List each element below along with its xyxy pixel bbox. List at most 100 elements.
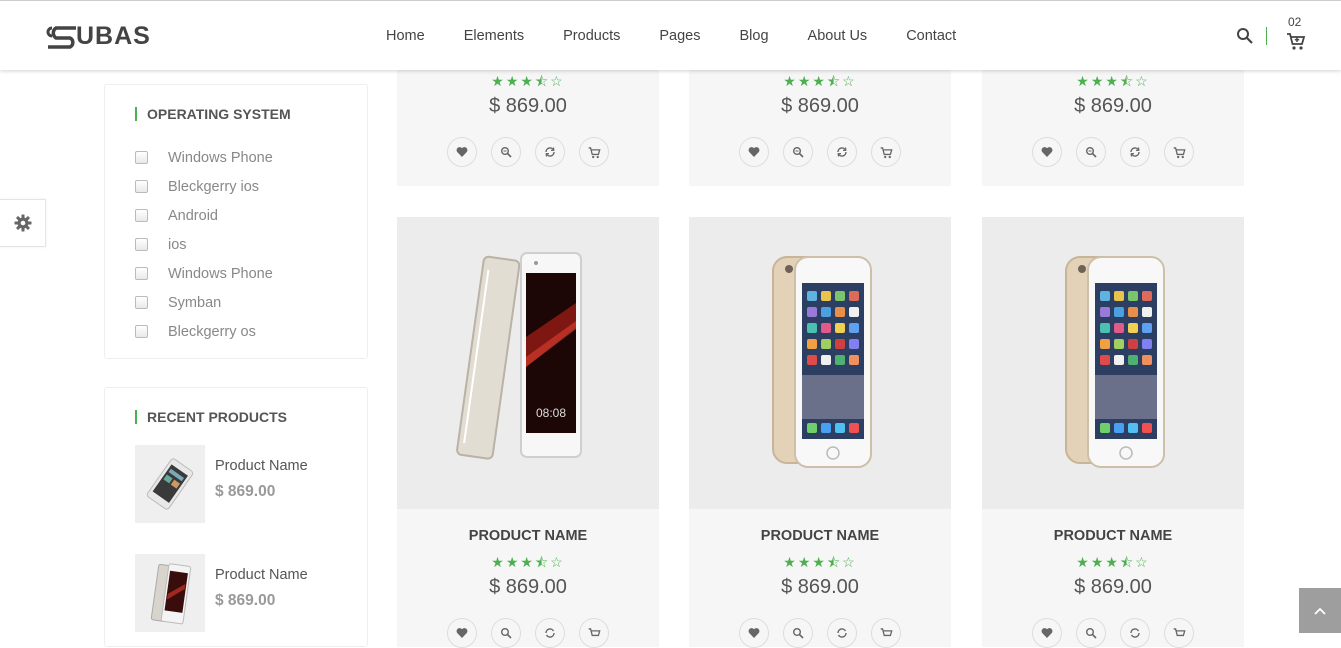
wishlist-button[interactable] — [447, 618, 477, 648]
rating-stars: ★★★⯪☆ — [783, 73, 857, 89]
nav-about-us[interactable]: About Us — [808, 28, 868, 44]
operating-system-title: OPERATING SYSTEM — [135, 107, 291, 121]
product-actions — [397, 137, 659, 167]
product-name[interactable]: PRODUCT NAME — [397, 528, 659, 544]
compare-icon — [545, 147, 555, 157]
recent-product-thumbnail[interactable] — [135, 554, 205, 632]
os-option-windows-phone[interactable]: Windows Phone — [135, 143, 273, 172]
nav-blog[interactable]: Blog — [740, 28, 769, 44]
nav-products[interactable]: Products — [563, 28, 620, 44]
product-actions — [689, 618, 951, 648]
product-price: $ 869.00 — [1074, 95, 1152, 117]
compare-icon — [1130, 628, 1140, 638]
product-price: $ 869.00 — [489, 576, 567, 598]
checkbox[interactable] — [135, 237, 148, 251]
svg-text:08:08: 08:08 — [536, 406, 566, 420]
recent-product-name[interactable]: Product Name — [215, 458, 308, 474]
product-card[interactable]: PRODUCT NAME ★★★⯪☆ $ 869.00 — [982, 217, 1244, 648]
settings-toggle-button[interactable] — [0, 199, 46, 247]
product-image[interactable] — [689, 217, 951, 509]
compare-button[interactable] — [1120, 137, 1150, 167]
add-to-cart-icon — [588, 146, 601, 158]
checkbox[interactable] — [135, 266, 148, 280]
checkbox[interactable] — [135, 179, 148, 193]
rating-stars: ★★★⯪☆ — [1076, 73, 1150, 89]
add-to-cart-button[interactable] — [1164, 618, 1194, 648]
recent-product-price: $ 869.00 — [215, 592, 276, 609]
product-price: $ 869.00 — [1074, 576, 1152, 598]
recent-product-item[interactable]: Product Name $ 869.00 — [135, 554, 355, 634]
phone-image — [150, 563, 192, 625]
product-actions — [689, 137, 951, 167]
add-to-cart-button[interactable] — [1164, 137, 1194, 167]
scroll-to-top-button[interactable] — [1299, 588, 1341, 633]
product-image[interactable]: 08:08 — [397, 217, 659, 509]
quick-view-button[interactable] — [491, 137, 521, 167]
search-icon[interactable] — [1236, 27, 1254, 45]
nav-contact[interactable]: Contact — [906, 28, 956, 44]
recent-product-price: $ 869.00 — [215, 483, 276, 500]
os-option-bleckgerry-ios[interactable]: Bleckgerry ios — [135, 172, 273, 201]
compare-button[interactable] — [535, 137, 565, 167]
os-option-windows-phone-2[interactable]: Windows Phone — [135, 259, 273, 288]
compare-button[interactable] — [1120, 618, 1150, 648]
quick-view-button[interactable] — [783, 618, 813, 648]
heart-icon — [748, 147, 760, 157]
product-price: $ 869.00 — [489, 95, 567, 117]
os-option-android[interactable]: Android — [135, 201, 273, 230]
nav-elements[interactable]: Elements — [464, 28, 524, 44]
os-option-symban[interactable]: Symban — [135, 288, 273, 317]
product-card[interactable]: PRODUCT NAME ★★★⯪☆ $ 869.00 — [689, 217, 951, 648]
gear-icon — [14, 214, 31, 232]
compare-button[interactable] — [827, 137, 857, 167]
checkbox[interactable] — [135, 208, 148, 222]
phone-image — [146, 458, 194, 510]
product-image[interactable] — [982, 217, 1244, 509]
nav-pages[interactable]: Pages — [659, 28, 700, 44]
add-to-cart-button[interactable] — [579, 618, 609, 648]
add-to-cart-button[interactable] — [871, 618, 901, 648]
header-divider — [1266, 27, 1267, 45]
compare-button[interactable] — [535, 618, 565, 648]
recent-product-name[interactable]: Product Name — [215, 567, 308, 583]
quick-view-button[interactable] — [783, 137, 813, 167]
recent-product-item[interactable]: Product Name $ 869.00 — [135, 445, 355, 525]
product-name[interactable]: PRODUCT NAME — [689, 528, 951, 544]
wishlist-button[interactable] — [1032, 618, 1062, 648]
add-to-cart-button[interactable] — [579, 137, 609, 167]
quick-view-button[interactable] — [1076, 618, 1106, 648]
wishlist-button[interactable] — [1032, 137, 1062, 167]
compare-icon — [837, 147, 847, 157]
heart-icon — [456, 628, 468, 638]
add-to-cart-icon — [1173, 146, 1186, 158]
quick-view-button[interactable] — [1076, 137, 1106, 167]
logo[interactable]: UBAS — [46, 21, 151, 51]
wishlist-button[interactable] — [739, 137, 769, 167]
wishlist-button[interactable] — [447, 137, 477, 167]
recent-product-thumbnail[interactable] — [135, 445, 205, 523]
quick-view-button[interactable] — [491, 618, 521, 648]
product-name[interactable]: PRODUCT NAME — [982, 528, 1244, 544]
checkbox[interactable] — [135, 324, 148, 338]
operating-system-list: Windows Phone Bleckgerry ios Android ios… — [135, 143, 273, 346]
product-price: $ 869.00 — [781, 576, 859, 598]
zoom-icon — [793, 147, 804, 158]
phone-image: 08:08 — [397, 217, 659, 509]
compare-button[interactable] — [827, 618, 857, 648]
checkbox[interactable] — [135, 150, 148, 164]
wishlist-button[interactable] — [739, 618, 769, 648]
checkbox[interactable] — [135, 295, 148, 309]
cart-icon[interactable] — [1286, 31, 1306, 51]
add-to-cart-icon — [880, 627, 893, 636]
zoom-icon — [1086, 628, 1097, 639]
heart-icon — [1041, 147, 1053, 157]
chevron-up-icon — [1314, 607, 1326, 615]
zoom-icon — [793, 628, 804, 639]
product-card[interactable]: 08:08 PRODUCT NAME ★★★⯪☆ $ 869.00 — [397, 217, 659, 648]
os-option-bleckgerry-os[interactable]: Bleckgerry os — [135, 317, 273, 346]
os-option-ios[interactable]: ios — [135, 230, 273, 259]
add-to-cart-button[interactable] — [871, 137, 901, 167]
zoom-icon — [501, 147, 512, 158]
nav-home[interactable]: Home — [386, 28, 425, 44]
rating-stars: ★★★⯪☆ — [491, 554, 565, 570]
